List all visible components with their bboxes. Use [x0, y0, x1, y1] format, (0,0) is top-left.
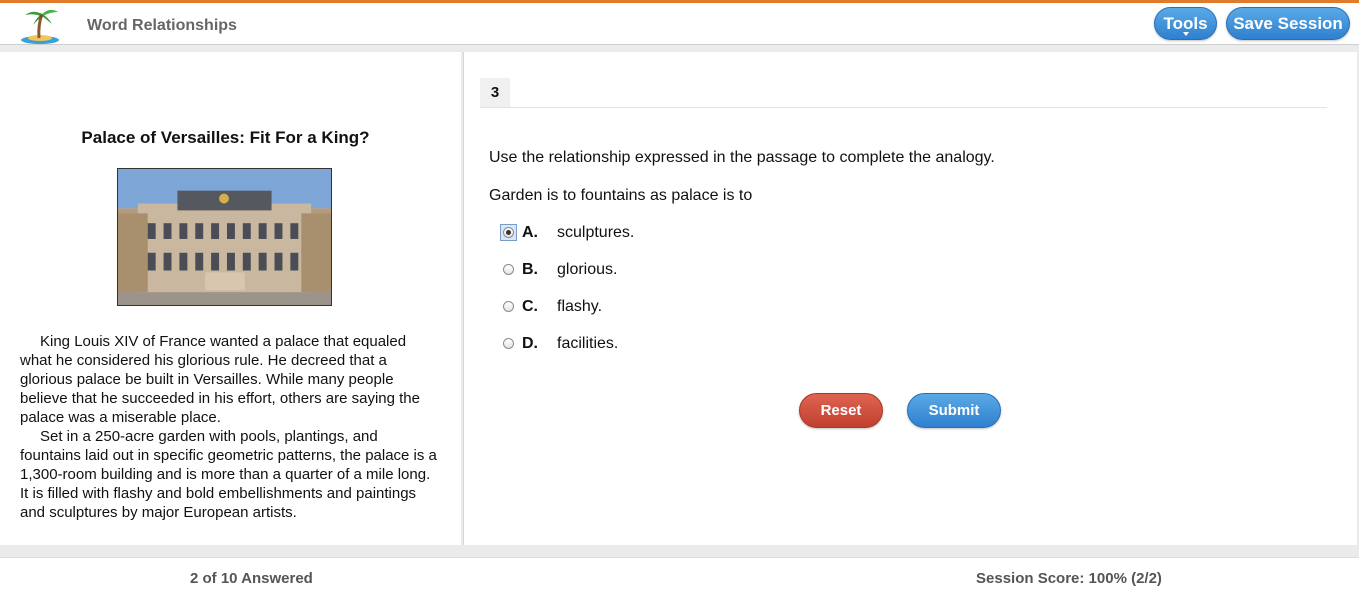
chevron-down-icon	[1182, 32, 1189, 36]
choice-text: glorious.	[557, 261, 618, 278]
question-panel: 3 Use the relationship expressed in the …	[463, 52, 1357, 545]
choice-letter: A.	[522, 224, 538, 241]
choice-letter: C.	[522, 298, 538, 315]
app-title: Word Relationships	[87, 17, 237, 34]
passage-paragraph: King Louis XIV of France wanted a palace…	[20, 333, 420, 426]
choice-text: sculptures.	[557, 224, 635, 241]
radio-a[interactable]	[503, 227, 514, 238]
top-bar: Word Relationships Tools Save Session	[0, 0, 1359, 45]
radio-b[interactable]	[503, 264, 514, 275]
footer-bar: 2 of 10 Answered Session Score: 100% (2/…	[0, 557, 1359, 601]
palace-photo-icon	[117, 168, 332, 306]
question-number-tab[interactable]: 3	[480, 78, 510, 107]
choice-letter: D.	[522, 335, 538, 352]
save-session-button[interactable]: Save Session	[1226, 7, 1350, 40]
tools-button-label: Tools	[1163, 13, 1208, 33]
choice-letter: B.	[522, 261, 538, 278]
submit-button[interactable]: Submit	[907, 393, 1001, 428]
answered-count: 2 of 10 Answered	[190, 570, 313, 587]
question-prompt: Use the relationship expressed in the pa…	[489, 149, 995, 166]
tab-divider	[480, 107, 1327, 108]
choice-text: facilities.	[557, 335, 619, 352]
radio-d[interactable]	[503, 338, 514, 349]
tools-button[interactable]: Tools	[1154, 7, 1217, 40]
reset-button[interactable]: Reset	[799, 393, 883, 428]
radio-c[interactable]	[503, 301, 514, 312]
passage-text: King Louis XIV of France wanted a palace…	[20, 332, 440, 522]
session-score: Session Score: 100% (2/2)	[976, 570, 1162, 587]
passage-panel[interactable]: Palace of Versailles: Fit For a King? Ki…	[0, 52, 461, 545]
palm-tree-logo-icon	[21, 9, 59, 44]
passage-paragraph: Set in a 250-acre garden with pools, pla…	[20, 428, 437, 521]
passage-title: Palace of Versailles: Fit For a King?	[81, 128, 370, 147]
choice-text: flashy.	[557, 298, 603, 315]
question-stem: Garden is to fountains as palace is to	[489, 187, 753, 204]
